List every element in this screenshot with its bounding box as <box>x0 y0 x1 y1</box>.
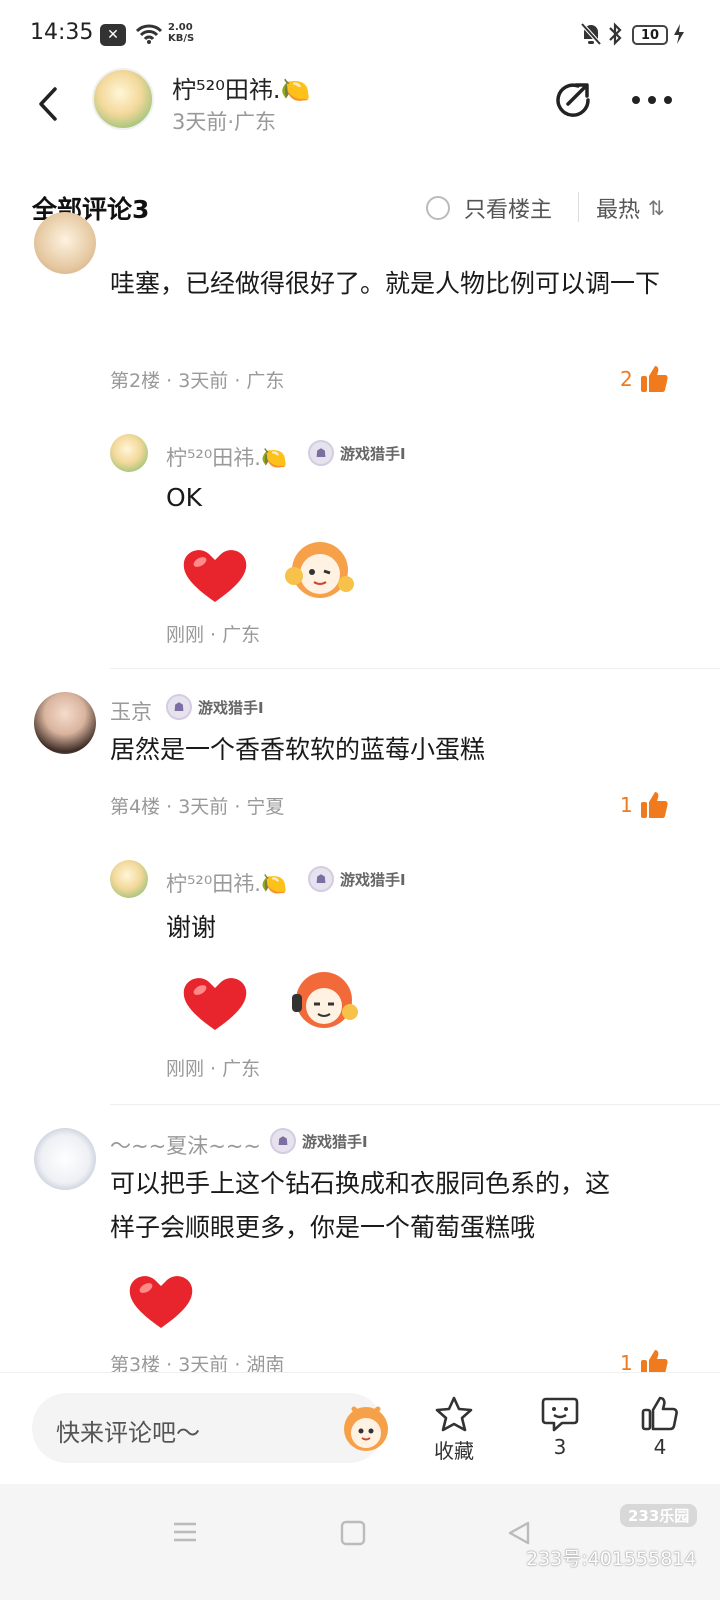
badge-icon: ☗ <box>270 1128 296 1154</box>
badge-icon: ☗ <box>166 694 192 720</box>
comment-text: 可以把手上这个钻石换成和衣服同色系的，这 样子会顺眼更多，你是一个葡萄蛋糕哦 <box>110 1169 611 1242</box>
triangle-back-icon <box>508 1521 530 1545</box>
mascot-icon <box>344 1406 388 1451</box>
comment-text: 哇塞，已经做得很好了。就是人物比例可以调一下 <box>110 269 661 298</box>
status-time: 14:35 <box>30 20 94 45</box>
chevron-left-icon <box>39 87 57 121</box>
divider <box>110 668 720 669</box>
charging-icon <box>672 20 686 48</box>
radio-icon <box>426 196 450 220</box>
comment-text: 居然是一个香香软软的蓝莓小蛋糕 <box>110 735 486 764</box>
commenter-avatar[interactable] <box>34 1128 96 1190</box>
lemon-emoji: 🍋 <box>260 872 288 896</box>
menu-nav-button[interactable] <box>172 1520 198 1548</box>
mascot-sticker <box>292 972 358 1028</box>
menu-icon <box>174 1522 196 1542</box>
sort-icon: ⇅ <box>648 196 665 220</box>
more-button[interactable] <box>628 78 676 122</box>
commenter-username[interactable]: ～~~夏沫~~~ <box>110 1130 261 1160</box>
only-op-toggle[interactable]: 只看楼主 <box>426 192 552 224</box>
wifi-icon <box>134 20 164 48</box>
bottom-action-bar: 快来评论吧～ 收藏 3 4 <box>0 1372 720 1484</box>
comment-meta: 第4楼 · 3天前 · 宁夏 <box>110 796 285 818</box>
post-header: 柠⁵²⁰田祎.🍋 3天前·广东 <box>0 60 720 150</box>
back-button[interactable] <box>28 82 68 126</box>
game-hunter-badge: ☗ 游戏猎手I <box>308 866 406 892</box>
watermark-text: 233号:401555814 <box>526 1548 697 1570</box>
favorite-button[interactable]: 收藏 <box>414 1395 494 1464</box>
square-icon <box>340 1520 366 1546</box>
heart-emoji <box>183 978 247 1030</box>
reply-avatar[interactable] <box>110 434 148 472</box>
reply-meta: 刚刚 · 广东 <box>166 1058 261 1080</box>
thumbs-up-icon <box>640 366 668 392</box>
mascot-sticker <box>285 542 354 598</box>
divider <box>578 192 579 222</box>
like-post-button[interactable]: 4 <box>620 1395 700 1459</box>
sort-button[interactable]: 最热 ⇅ <box>596 192 665 224</box>
reply-username[interactable]: 柠⁵²⁰田祎.🍋 <box>166 442 287 472</box>
reply-text: OK <box>166 483 203 512</box>
author-avatar[interactable] <box>92 68 154 130</box>
battery-icon: 10 <box>632 25 668 45</box>
reply-text: 谢谢 <box>166 913 217 942</box>
post-meta: 3天前·广东 <box>172 110 277 134</box>
commenter-avatar[interactable] <box>34 212 96 274</box>
commenter-avatar[interactable] <box>34 692 96 754</box>
system-nav-bar: 233乐园 233号:401555814 <box>0 1484 720 1600</box>
comment-input[interactable]: 快来评论吧～ <box>32 1393 388 1463</box>
divider <box>110 1104 720 1105</box>
more-dots-icon <box>632 96 672 104</box>
commenter-username[interactable]: 玉京 <box>110 696 152 726</box>
heart-emoji <box>183 550 247 602</box>
reply-meta: 刚刚 · 广东 <box>166 624 261 646</box>
comment-bubble-icon <box>541 1397 579 1432</box>
mute-bell-icon <box>578 20 604 48</box>
home-nav-button[interactable] <box>340 1520 366 1550</box>
star-icon <box>435 1396 473 1432</box>
share-icon <box>556 83 590 117</box>
game-hunter-badge: ☗ 游戏猎手I <box>308 440 406 466</box>
thumbs-up-outline-icon <box>641 1396 678 1431</box>
like-button[interactable]: 1 <box>620 790 669 820</box>
reply-avatar[interactable] <box>110 860 148 898</box>
share-button[interactable] <box>552 78 596 122</box>
comments-header: 全部评论3 只看楼主 最热 ⇅ <box>0 180 720 232</box>
heart-emoji <box>129 1276 193 1328</box>
like-button[interactable]: 2 <box>620 364 669 394</box>
badge-icon: ☗ <box>308 440 334 466</box>
notification-icon: ✕ <box>100 24 126 46</box>
game-hunter-badge: ☗ 游戏猎手I <box>166 694 264 720</box>
badge-icon: ☗ <box>308 866 334 892</box>
comment-count-button[interactable]: 3 <box>520 1395 600 1459</box>
bluetooth-icon <box>606 20 624 48</box>
network-speed: 2.00 KB/S <box>168 22 195 44</box>
watermark-logo: 233乐园 <box>620 1504 698 1527</box>
game-hunter-badge: ☗ 游戏猎手I <box>270 1128 368 1154</box>
lemon-emoji: 🍋 <box>260 446 288 470</box>
lemon-emoji: 🍋 <box>280 76 311 104</box>
reply-username[interactable]: 柠⁵²⁰田祎.🍋 <box>166 868 287 898</box>
thumbs-up-icon <box>640 792 668 818</box>
comment-meta: 第2楼 · 3天前 · 广东 <box>110 370 285 392</box>
author-name[interactable]: 柠⁵²⁰田祎.🍋 <box>172 70 310 105</box>
